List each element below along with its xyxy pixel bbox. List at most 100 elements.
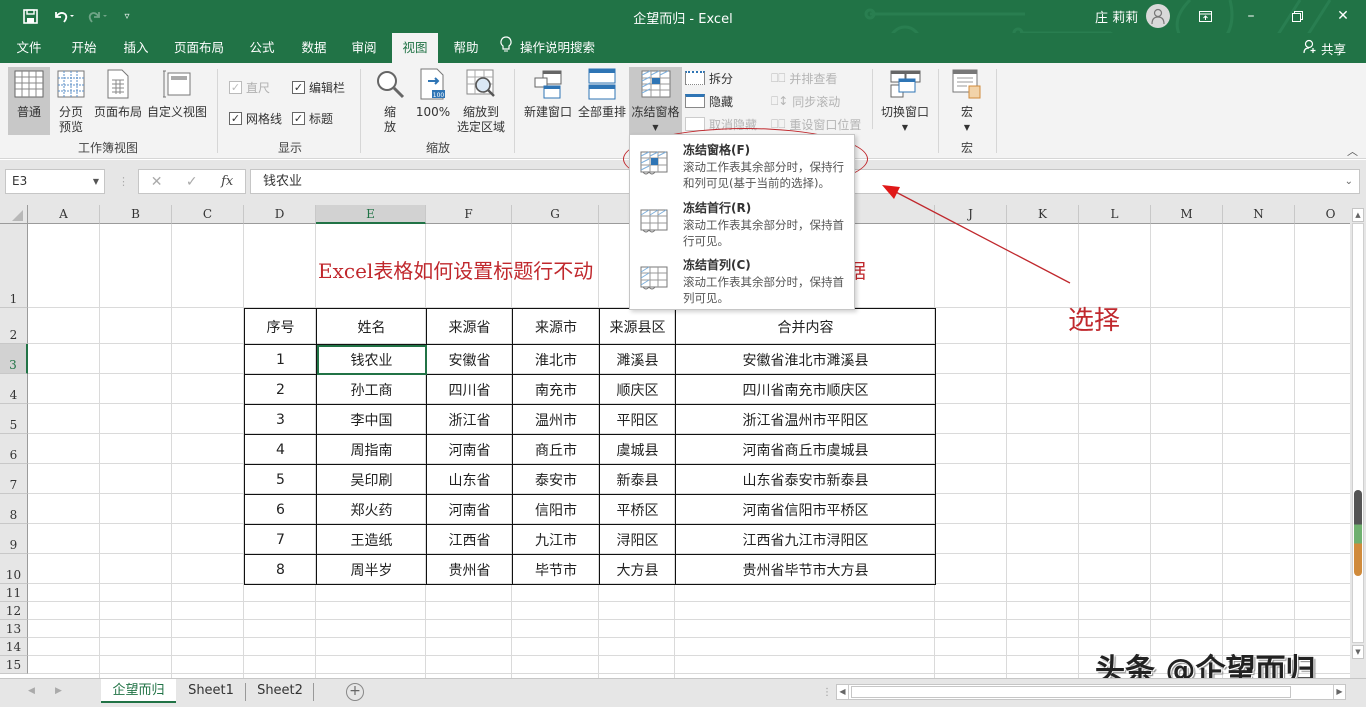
table-cell[interactable]: 四川省 <box>426 374 513 405</box>
column-header-j[interactable]: J <box>935 205 1007 224</box>
table-cell[interactable]: 3 <box>244 404 317 435</box>
tab-page-layout[interactable]: 页面布局 <box>168 33 230 63</box>
row-header-14[interactable]: 14 <box>0 638 28 656</box>
table-header-cell[interactable]: 序号 <box>244 308 317 345</box>
collapse-ribbon-icon[interactable]: ︿ <box>1347 143 1358 159</box>
column-header-d[interactable]: D <box>244 205 316 224</box>
tab-insert[interactable]: 插入 <box>114 33 158 63</box>
row-header-8[interactable]: 8 <box>0 494 28 524</box>
table-cell[interactable]: 江西省 <box>426 524 513 555</box>
table-cell[interactable]: 南充市 <box>512 374 600 405</box>
new-window-button[interactable]: 新建窗口 <box>522 67 574 120</box>
formula-bar-checkbox[interactable]: ✓ 编辑栏 <box>292 79 345 96</box>
tab-file[interactable]: 文件 <box>8 33 50 63</box>
tab-home[interactable]: 开始 <box>62 33 106 63</box>
row-header-9[interactable]: 9 <box>0 524 28 554</box>
table-cell[interactable]: 贵州省 <box>426 554 513 585</box>
zoom-button[interactable]: 缩 放 <box>372 67 408 135</box>
table-cell[interactable]: 新泰县 <box>599 464 676 495</box>
row-header-15[interactable]: 15 <box>0 656 28 674</box>
column-header-n[interactable]: N <box>1223 205 1295 224</box>
table-cell[interactable]: 江西省九江市浔阳区 <box>675 524 936 555</box>
custom-views-button[interactable]: 自定义视图 <box>146 67 208 120</box>
arrange-all-button[interactable]: 全部重排 <box>576 67 628 120</box>
headings-checkbox[interactable]: ✓ 标题 <box>292 110 333 127</box>
next-sheet-icon[interactable]: ▶ <box>55 686 62 696</box>
sheet-title[interactable]: Excel表格如何设置标题行不动 据 <box>318 255 866 284</box>
tab-data[interactable]: 数据 <box>292 33 336 63</box>
table-cell[interactable]: 四川省南充市顺庆区 <box>675 374 936 405</box>
sheet-tab-active[interactable]: 企望而归 <box>101 679 176 703</box>
table-cell[interactable]: 河南省 <box>426 434 513 465</box>
split-button[interactable]: 拆分 <box>685 68 733 88</box>
scroll-up-icon[interactable]: ▲ <box>1352 208 1364 222</box>
tab-view[interactable]: 视图 <box>392 33 438 63</box>
table-cell[interactable]: 信阳市 <box>512 494 600 525</box>
table-cell[interactable]: 山东省泰安市新泰县 <box>675 464 936 495</box>
table-cell[interactable]: 吴印刷 <box>316 464 427 495</box>
table-cell[interactable]: 郑火药 <box>316 494 427 525</box>
row-header-11[interactable]: 11 <box>0 584 28 602</box>
insert-function-icon[interactable]: fx <box>221 174 233 189</box>
unhide-button[interactable]: 取消隐藏 <box>685 114 757 134</box>
table-cell[interactable]: 5 <box>244 464 317 495</box>
table-cell[interactable]: 平阳区 <box>599 404 676 435</box>
sheet-tab[interactable]: Sheet2 <box>247 679 313 703</box>
row-header-7[interactable]: 7 <box>0 464 28 494</box>
gridlines-checkbox[interactable]: ✓ 网格线 <box>229 110 282 127</box>
table-cell[interactable]: 浙江省温州市平阳区 <box>675 404 936 435</box>
table-cell[interactable]: 九江市 <box>512 524 600 555</box>
table-cell[interactable]: 安徽省淮北市濉溪县 <box>675 344 936 375</box>
table-header-cell[interactable]: 来源市 <box>512 308 600 345</box>
cancel-icon[interactable]: ✕ <box>151 174 163 190</box>
table-cell[interactable]: 顺庆区 <box>599 374 676 405</box>
horizontal-scrollbar[interactable]: ◀ ▶ <box>836 684 1346 700</box>
table-cell[interactable]: 4 <box>244 434 317 465</box>
restore-icon[interactable] <box>1282 4 1312 28</box>
table-cell[interactable]: 虞城县 <box>599 434 676 465</box>
table-header-cell[interactable]: 合并内容 <box>675 308 936 345</box>
column-header-b[interactable]: B <box>100 205 172 224</box>
table-cell[interactable]: 商丘市 <box>512 434 600 465</box>
normal-view-button[interactable]: 普通 <box>8 67 50 135</box>
tell-me-search[interactable]: 操作说明搜索 <box>500 33 610 63</box>
switch-windows-button[interactable]: 切换窗口 ▼ <box>878 67 932 135</box>
close-icon[interactable]: ✕ <box>1328 4 1358 28</box>
column-header-m[interactable]: M <box>1151 205 1223 224</box>
zoom-to-selection-button[interactable]: 缩放到 选定区域 <box>454 67 508 135</box>
menu-item-freeze-top-row[interactable]: 冻结首行(R) 滚动工作表其余部分时，保持首行可见。 <box>630 195 854 251</box>
tab-help[interactable]: 帮助 <box>444 33 488 63</box>
expand-formula-bar-icon[interactable]: ⌄ <box>1345 170 1353 193</box>
page-break-preview-button[interactable]: 分页 预览 <box>52 67 90 135</box>
column-header-f[interactable]: F <box>426 205 512 224</box>
table-header-cell[interactable]: 来源县区 <box>599 308 676 345</box>
table-cell[interactable]: 淮北市 <box>512 344 600 375</box>
scroll-left-icon[interactable]: ◀ <box>837 685 849 699</box>
table-cell[interactable]: 钱农业 <box>316 344 427 375</box>
table-cell[interactable]: 浙江省 <box>426 404 513 435</box>
row-header-5[interactable]: 5 <box>0 404 28 434</box>
share-button[interactable]: 共享 <box>1303 33 1346 63</box>
row-header-6[interactable]: 6 <box>0 434 28 464</box>
sync-scroll-button[interactable]: ⎕↕ 同步滚动 <box>771 91 840 111</box>
column-header-l[interactable]: L <box>1079 205 1151 224</box>
column-header-e[interactable]: E <box>316 205 426 224</box>
table-cell[interactable]: 毕节市 <box>512 554 600 585</box>
table-cell[interactable]: 2 <box>244 374 317 405</box>
table-cell[interactable]: 浔阳区 <box>599 524 676 555</box>
table-cell[interactable]: 李中国 <box>316 404 427 435</box>
vertical-scrollbar[interactable]: ▲ ▼ <box>1350 205 1366 678</box>
user-name[interactable]: 庄 莉莉 <box>1095 4 1138 28</box>
row-header-4[interactable]: 4 <box>0 374 28 404</box>
table-cell[interactable]: 孙工商 <box>316 374 427 405</box>
user-avatar[interactable] <box>1146 4 1170 28</box>
scroll-thumb[interactable] <box>1354 490 1362 576</box>
freeze-panes-button[interactable]: 冻结窗格 ▼ <box>629 67 682 139</box>
previous-sheet-icon[interactable]: ◀ <box>28 686 35 696</box>
table-cell[interactable]: 山东省 <box>426 464 513 495</box>
view-side-by-side-button[interactable]: ⎕⎕ 并排查看 <box>771 68 837 88</box>
table-cell[interactable]: 贵州省毕节市大方县 <box>675 554 936 585</box>
tab-splitter-handle[interactable]: ⋮ <box>822 687 832 698</box>
menu-item-freeze-first-column[interactable]: 冻结首列(C) 滚动工作表其余部分时，保持首列可见。 <box>630 252 854 308</box>
page-layout-view-button[interactable]: 页面布局 <box>92 67 144 120</box>
